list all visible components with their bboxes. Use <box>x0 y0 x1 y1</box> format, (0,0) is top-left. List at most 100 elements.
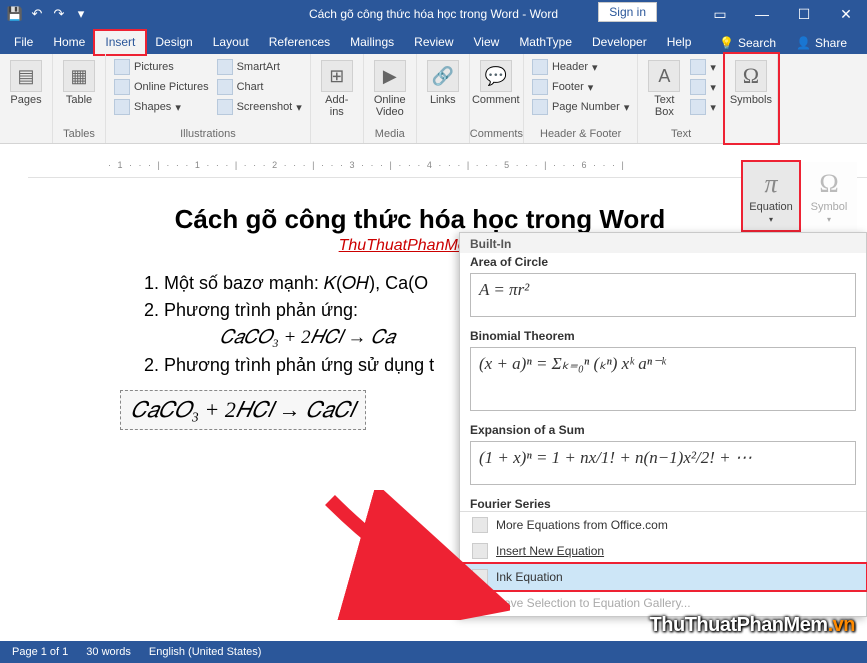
addins-button[interactable]: ⊞Add-ins <box>317 58 357 120</box>
video-icon: ▶ <box>374 60 406 92</box>
gallery-item-binomial[interactable]: (x + a)ⁿ = Σₖ₌₀ⁿ (ₖⁿ) xᵏ aⁿ⁻ᵏ <box>470 347 856 411</box>
links-button[interactable]: 🔗Links <box>423 58 463 108</box>
share-icon: 👤 <box>796 36 811 50</box>
vertical-ruler[interactable] <box>10 178 28 639</box>
symbols-button[interactable]: ΩSymbols <box>731 58 771 108</box>
redo-icon[interactable]: ↷ <box>50 5 68 23</box>
quick-access-toolbar: 💾 ↶ ↷ ▾ <box>0 5 96 23</box>
pictures-button[interactable]: Pictures <box>112 58 211 76</box>
tab-file[interactable]: File <box>4 31 43 54</box>
gallery-section-builtin: Built-In <box>460 233 866 253</box>
pages-button[interactable]: ▤Pages <box>6 58 46 108</box>
online-video-button[interactable]: ▶Online Video <box>370 58 410 120</box>
tab-mathtype[interactable]: MathType <box>509 31 582 54</box>
group-links: 🔗Links <box>417 54 470 143</box>
tab-mailings[interactable]: Mailings <box>340 31 404 54</box>
page-number-icon <box>532 99 548 115</box>
maximize-icon[interactable]: ☐ <box>783 0 825 28</box>
save-icon <box>472 595 488 611</box>
ribbon-options-icon[interactable]: ▭ <box>699 0 741 28</box>
minimize-icon[interactable]: — <box>741 0 783 28</box>
tab-home[interactable]: Home <box>43 31 95 54</box>
sign-in-button[interactable]: Sign in <box>598 2 657 22</box>
insert-new-equation-item[interactable]: Insert New Equation <box>460 538 866 564</box>
status-words[interactable]: 30 words <box>86 646 131 658</box>
comment-button[interactable]: 💬Comment <box>476 58 516 108</box>
chart-button[interactable]: Chart <box>215 78 304 96</box>
group-addins: ⊞Add-ins <box>311 54 364 143</box>
status-language[interactable]: English (United States) <box>149 646 262 658</box>
links-icon: 🔗 <box>427 60 459 92</box>
qat-more-icon[interactable]: ▾ <box>72 5 90 23</box>
gallery-item-area-of-circle-title: Area of Circle <box>460 253 866 269</box>
share-button[interactable]: 👤Share <box>788 32 855 54</box>
smartart-button[interactable]: SmartArt <box>215 58 304 76</box>
omega-icon: Ω <box>735 60 767 92</box>
group-header-footer: Header ▾ Footer ▾ Page Number ▾ Header &… <box>524 54 638 143</box>
group-media: ▶Online Video Media <box>364 54 417 143</box>
title-bar: 💾 ↶ ↷ ▾ Cách gõ công thức hóa học trong … <box>0 0 867 28</box>
wordart-button[interactable]: ▾ <box>688 78 718 96</box>
search-button[interactable]: 💡Search <box>711 32 784 54</box>
equation-button[interactable]: πEquation▾ <box>743 162 799 230</box>
tab-help[interactable]: Help <box>657 31 702 54</box>
more-equations-item[interactable]: More Equations from Office.com <box>460 512 866 538</box>
ribbon: ▤Pages ▦Table Tables Pictures Online Pic… <box>0 54 867 144</box>
shapes-button[interactable]: Shapes ▾ <box>112 98 211 116</box>
group-tables: ▦Table Tables <box>53 54 106 143</box>
online-pictures-button[interactable]: Online Pictures <box>112 78 211 96</box>
window-title: Cách gõ công thức hóa học trong Word - W… <box>309 7 558 21</box>
tab-layout[interactable]: Layout <box>203 31 259 54</box>
ink-equation-item[interactable]: Ink Equation <box>460 564 866 590</box>
tab-review[interactable]: Review <box>404 31 463 54</box>
ribbon-tabs: File Home Insert Design Layout Reference… <box>0 28 867 54</box>
pi-icon: π <box>764 169 777 199</box>
text-box-button[interactable]: AText Box <box>644 58 684 120</box>
table-button[interactable]: ▦Table <box>59 58 99 108</box>
chart-icon <box>217 79 233 95</box>
symbol-button[interactable]: ΩSymbol▾ <box>801 162 857 230</box>
group-pages: ▤Pages <box>0 54 53 143</box>
search-icon: 💡 <box>719 36 734 50</box>
gallery-item-area-of-circle[interactable]: A = πr² <box>470 273 856 317</box>
pictures-icon <box>114 59 130 75</box>
tab-insert[interactable]: Insert <box>95 31 145 54</box>
close-icon[interactable]: ✕ <box>825 0 867 28</box>
header-button[interactable]: Header ▾ <box>530 58 631 76</box>
save-icon[interactable]: 💾 <box>6 5 24 23</box>
save-selection-item: Save Selection to Equation Gallery... <box>460 590 866 616</box>
group-illustrations: Pictures Online Pictures Shapes ▾ SmartA… <box>106 54 311 143</box>
tab-design[interactable]: Design <box>145 31 202 54</box>
equation-editor-box[interactable]: 𝐶𝑎𝐶𝑂₃ + 2𝐻𝐶𝑙 → 𝐶𝑎𝐶𝑙 <box>120 390 366 430</box>
tab-developer[interactable]: Developer <box>582 31 657 54</box>
page-number-button[interactable]: Page Number ▾ <box>530 98 631 116</box>
pages-icon: ▤ <box>10 60 42 92</box>
window-controls: ▭ — ☐ ✕ <box>699 0 867 28</box>
wordart-icon <box>690 79 706 95</box>
screenshot-button[interactable]: Screenshot ▾ <box>215 98 304 116</box>
symbols-dropdown-panel: πEquation▾ ΩSymbol▾ <box>743 162 857 230</box>
group-comments: 💬Comment Comments <box>470 54 524 143</box>
tab-view[interactable]: View <box>464 31 510 54</box>
ink-icon <box>472 569 488 585</box>
shapes-icon <box>114 99 130 115</box>
undo-icon[interactable]: ↶ <box>28 5 46 23</box>
tab-references[interactable]: References <box>259 31 340 54</box>
footer-button[interactable]: Footer ▾ <box>530 78 631 96</box>
smartart-icon <box>217 59 233 75</box>
horizontal-ruler[interactable]: · 1 · · · | · · · 1 · · · | · · · 2 · · … <box>28 160 867 178</box>
quick-parts-button[interactable]: ▾ <box>688 58 718 76</box>
drop-cap-icon <box>690 99 706 115</box>
drop-cap-button[interactable]: ▾ <box>688 98 718 116</box>
gallery-item-fourier-title: Fourier Series <box>460 495 866 511</box>
gallery-item-binomial-title: Binomial Theorem <box>460 327 866 343</box>
addins-icon: ⊞ <box>321 60 353 92</box>
gallery-item-expansion-title: Expansion of a Sum <box>460 421 866 437</box>
pi-icon <box>472 543 488 559</box>
group-symbols: ΩSymbols <box>725 54 778 143</box>
quick-parts-icon <box>690 59 706 75</box>
header-icon <box>532 59 548 75</box>
gallery-item-expansion[interactable]: (1 + x)ⁿ = 1 + nx/1! + n(n−1)x²/2! + ⋯ <box>470 441 856 485</box>
text-box-icon: A <box>648 60 680 92</box>
status-page[interactable]: Page 1 of 1 <box>12 646 68 658</box>
